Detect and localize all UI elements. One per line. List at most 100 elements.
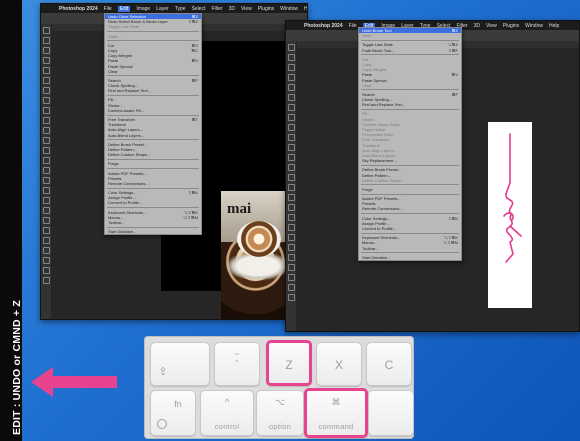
tool-icon[interactable] (287, 244, 295, 251)
tool-icon[interactable] (42, 187, 50, 194)
tool-icon[interactable] (42, 37, 50, 44)
tool-icon[interactable] (287, 184, 295, 191)
menu-item-remote-connections[interactable]: Remote Connections... (359, 206, 461, 211)
tool-icon[interactable] (287, 94, 295, 101)
menu-item-find-and-replace-text[interactable]: Find and Replace Text... (359, 102, 461, 107)
tool-icon[interactable] (287, 284, 295, 291)
edit-menu-dropdown[interactable]: Undo Brush Tool ⌘Z Redo Toggle Last State ⌥⌘… (358, 27, 462, 261)
tool-icon[interactable] (287, 254, 295, 261)
menu-item-clear[interactable]: Clear (105, 69, 201, 74)
tool-icon[interactable] (42, 97, 50, 104)
menu-plugins[interactable]: Plugins (503, 23, 519, 29)
tool-icon[interactable] (287, 54, 295, 61)
menu-photoshop-2024[interactable]: Photoshop 2024 (304, 23, 343, 29)
menu-file[interactable]: File (104, 6, 112, 12)
tool-icon[interactable] (42, 177, 50, 184)
menu-layer[interactable]: Layer (156, 6, 169, 12)
tool-icon[interactable] (287, 104, 295, 111)
newspaper-text: mai (227, 201, 252, 217)
tool-icon[interactable] (287, 154, 295, 161)
menu-type[interactable]: Type (175, 6, 186, 12)
edit-menu-dropdown[interactable]: Undo Clear Selection ⌘Z Redo Select Brush … (104, 13, 202, 236)
tool-icon[interactable] (287, 134, 295, 141)
menu-item-fade-brush-tool[interactable]: Fade Brush Tool... ⇧⌘F (359, 48, 461, 53)
menu-view[interactable]: View (241, 6, 252, 12)
tool-icon[interactable] (287, 214, 295, 221)
menu-3d[interactable]: 3D (474, 23, 480, 29)
tool-icon[interactable] (42, 77, 50, 84)
tool-icon[interactable] (42, 47, 50, 54)
tool-icon[interactable] (42, 197, 50, 204)
tool-icon[interactable] (42, 247, 50, 254)
tool-icon[interactable] (42, 267, 50, 274)
menu-item-purge[interactable]: Purge (359, 187, 461, 192)
menu-item-auto-blend-layers[interactable]: Auto-Blend Layers... (105, 133, 201, 138)
tool-icon[interactable] (42, 157, 50, 164)
tool-icon[interactable] (42, 257, 50, 264)
tool-icon[interactable] (287, 164, 295, 171)
tool-icon[interactable] (287, 294, 295, 301)
menu-edit[interactable]: Edit (117, 5, 131, 12)
tool-icon[interactable] (287, 174, 295, 181)
tool-icon[interactable] (287, 264, 295, 271)
menu-separator (107, 114, 199, 116)
tool-icon[interactable] (42, 27, 50, 34)
key-command[interactable]: ⌘ command (304, 388, 368, 438)
tool-icon[interactable] (287, 44, 295, 51)
tool-icon[interactable] (42, 217, 50, 224)
menu-3d[interactable]: 3D (229, 6, 235, 12)
key-z[interactable]: Z (266, 340, 312, 386)
menu-view[interactable]: View (486, 23, 497, 29)
menu-item-purge[interactable]: Purge (105, 161, 201, 166)
tool-icon[interactable] (42, 137, 50, 144)
menu-photoshop-2024[interactable]: Photoshop 2024 (59, 6, 98, 12)
tool-icon[interactable] (42, 207, 50, 214)
menu-plugins[interactable]: Plugins (258, 6, 274, 12)
tool-icon[interactable] (42, 147, 50, 154)
menu-item-convert-to-profile[interactable]: Convert to Profile... (105, 200, 201, 205)
menu-item-toolbar[interactable]: Toolbar... (105, 220, 201, 225)
menu-window[interactable]: Window (525, 23, 543, 29)
tool-icon[interactable] (42, 57, 50, 64)
menu-item-convert-to-profile[interactable]: Convert to Profile... (359, 226, 461, 231)
menu-image[interactable]: Image (136, 6, 150, 12)
menu-item-toolbar[interactable]: Toolbar... (359, 246, 461, 251)
document-canvas[interactable] (488, 122, 532, 308)
tool-icon[interactable] (287, 224, 295, 231)
menu-file[interactable]: File (349, 23, 357, 29)
menu-help[interactable]: Help (549, 23, 559, 29)
menu-item-remote-connections[interactable]: Remote Connections... (105, 181, 201, 186)
tool-icon[interactable] (42, 237, 50, 244)
tool-icon[interactable] (287, 144, 295, 151)
menu-help[interactable]: Help (304, 6, 307, 12)
tool-icon[interactable] (42, 277, 50, 284)
tool-icon[interactable] (42, 227, 50, 234)
menu-item-sky-replacement[interactable]: Sky Replacement... (359, 158, 461, 163)
tool-icon[interactable] (287, 74, 295, 81)
tool-icon[interactable] (287, 274, 295, 281)
menu-item-start-dictation[interactable]: Start Dictation... (105, 229, 201, 234)
tool-icon[interactable] (287, 124, 295, 131)
tool-icon[interactable] (287, 194, 295, 201)
tool-icon[interactable] (42, 127, 50, 134)
tool-icon[interactable] (42, 167, 50, 174)
menu-separator (361, 164, 459, 166)
menu-window[interactable]: Window (280, 6, 298, 12)
tool-icon[interactable] (287, 64, 295, 71)
tool-icon[interactable] (42, 117, 50, 124)
menu-item-content-aware-fill[interactable]: Content-Aware Fill... (105, 108, 201, 113)
menu-item-define-custom-shape[interactable]: Define Custom Shape... (105, 152, 201, 157)
tool-icon[interactable] (287, 114, 295, 121)
menu-item-find-and-replace-text[interactable]: Find and Replace Text... (105, 88, 201, 93)
tool-icon[interactable] (287, 234, 295, 241)
menu-item-start-dictation[interactable]: Start Dictation... (359, 255, 461, 260)
tool-icon[interactable] (287, 204, 295, 211)
menu-select[interactable]: Select (192, 6, 206, 12)
tool-icon[interactable] (42, 107, 50, 114)
tool-icon[interactable] (42, 87, 50, 94)
tool-icon[interactable] (287, 84, 295, 91)
menu-separator (361, 252, 459, 254)
tool-icon[interactable] (42, 67, 50, 74)
menu-filter[interactable]: Filter (211, 6, 222, 12)
key-tilde: ~ ` (214, 342, 260, 386)
